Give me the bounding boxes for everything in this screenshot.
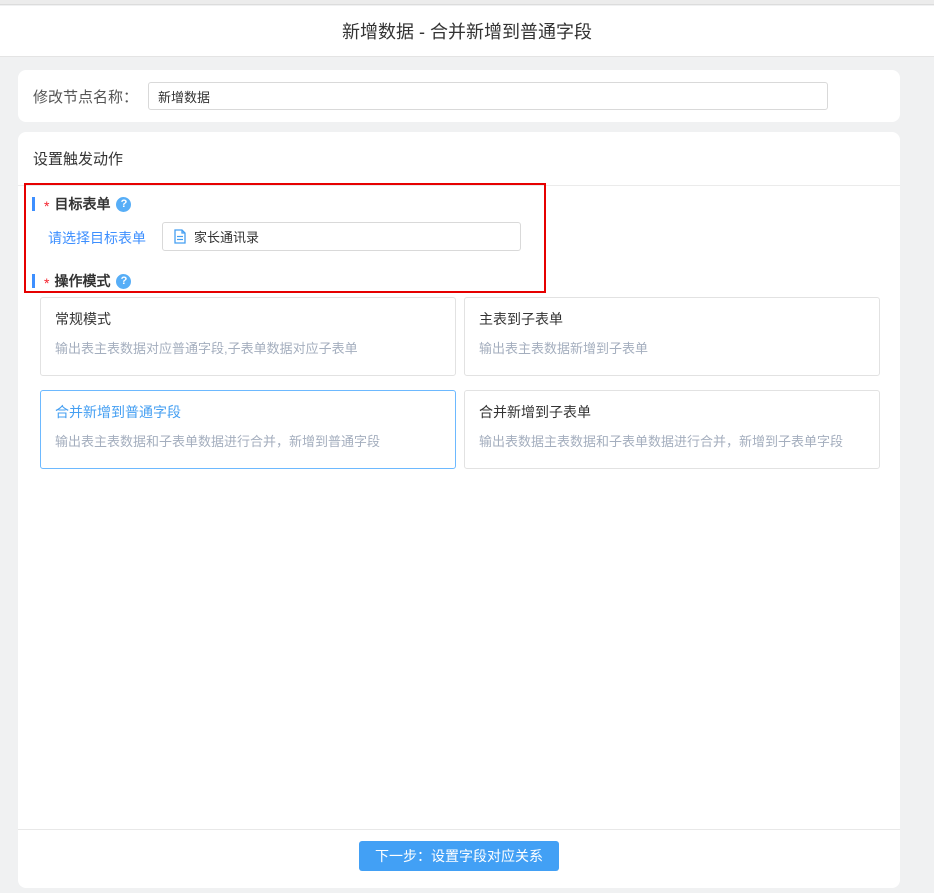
node-name-card: 修改节点名称： bbox=[18, 70, 900, 122]
select-target-form-link[interactable]: 请选择目标表单 bbox=[48, 228, 146, 248]
mode-title: 常规模式 bbox=[55, 309, 441, 329]
top-strip bbox=[0, 0, 934, 5]
mode-description: 输出表数据主表数据和子表单数据进行合并，新增到子表单字段 bbox=[479, 431, 865, 450]
dialog-header: 新增数据 - 合并新增到普通字段 bbox=[0, 6, 934, 57]
target-form-row: 请选择目标表单 家长通讯录 bbox=[18, 222, 900, 252]
mode-title: 合并新增到子表单 bbox=[479, 402, 865, 422]
target-form-select[interactable]: 家长通讯录 bbox=[162, 222, 521, 251]
selected-form-name: 家长通讯录 bbox=[194, 227, 259, 246]
document-icon bbox=[173, 229, 187, 244]
trigger-action-card: 设置触发动作 * 目标表单 ? 请选择目标表单 家长通讯录 * 操作模式 ? bbox=[18, 132, 900, 888]
mode-title: 合并新增到普通字段 bbox=[55, 402, 441, 422]
next-step-button[interactable]: 下一步：设置字段对应关系 bbox=[359, 841, 559, 871]
mode-description: 输出表主表数据和子表单数据进行合并，新增到普通字段 bbox=[55, 431, 441, 450]
mode-card-normal[interactable]: 常规模式 输出表主表数据对应普通字段,子表单数据对应子表单 bbox=[40, 297, 456, 376]
footer-divider bbox=[18, 829, 900, 830]
help-icon[interactable]: ? bbox=[116, 274, 131, 289]
operation-mode-label: 操作模式 bbox=[54, 271, 110, 291]
mode-title: 主表到子表单 bbox=[479, 309, 865, 329]
blue-bar-decoration bbox=[32, 197, 35, 211]
node-name-label: 修改节点名称： bbox=[33, 86, 138, 107]
help-icon[interactable]: ? bbox=[116, 197, 131, 212]
section-divider bbox=[18, 185, 900, 186]
blue-bar-decoration bbox=[32, 274, 35, 288]
required-asterisk: * bbox=[44, 275, 49, 291]
operation-mode-grid: 常规模式 输出表主表数据对应普通字段,子表单数据对应子表单 主表到子表单 输出表… bbox=[40, 297, 880, 469]
operation-mode-field-label: * 操作模式 ? bbox=[32, 271, 131, 291]
required-asterisk: * bbox=[44, 198, 49, 214]
mode-card-merge-to-normal-field[interactable]: 合并新增到普通字段 输出表主表数据和子表单数据进行合并，新增到普通字段 bbox=[40, 390, 456, 469]
mode-description: 输出表主表数据对应普通字段,子表单数据对应子表单 bbox=[55, 338, 441, 357]
mode-description: 输出表主表数据新增到子表单 bbox=[479, 338, 865, 357]
node-name-input[interactable] bbox=[148, 82, 828, 110]
target-form-field-label: * 目标表单 ? bbox=[32, 194, 131, 214]
section-title: 设置触发动作 bbox=[18, 132, 900, 185]
mode-card-main-to-subform[interactable]: 主表到子表单 输出表主表数据新增到子表单 bbox=[464, 297, 880, 376]
page-title: 新增数据 - 合并新增到普通字段 bbox=[342, 18, 592, 44]
target-form-label: 目标表单 bbox=[54, 194, 110, 214]
mode-card-merge-to-subform[interactable]: 合并新增到子表单 输出表数据主表数据和子表单数据进行合并，新增到子表单字段 bbox=[464, 390, 880, 469]
